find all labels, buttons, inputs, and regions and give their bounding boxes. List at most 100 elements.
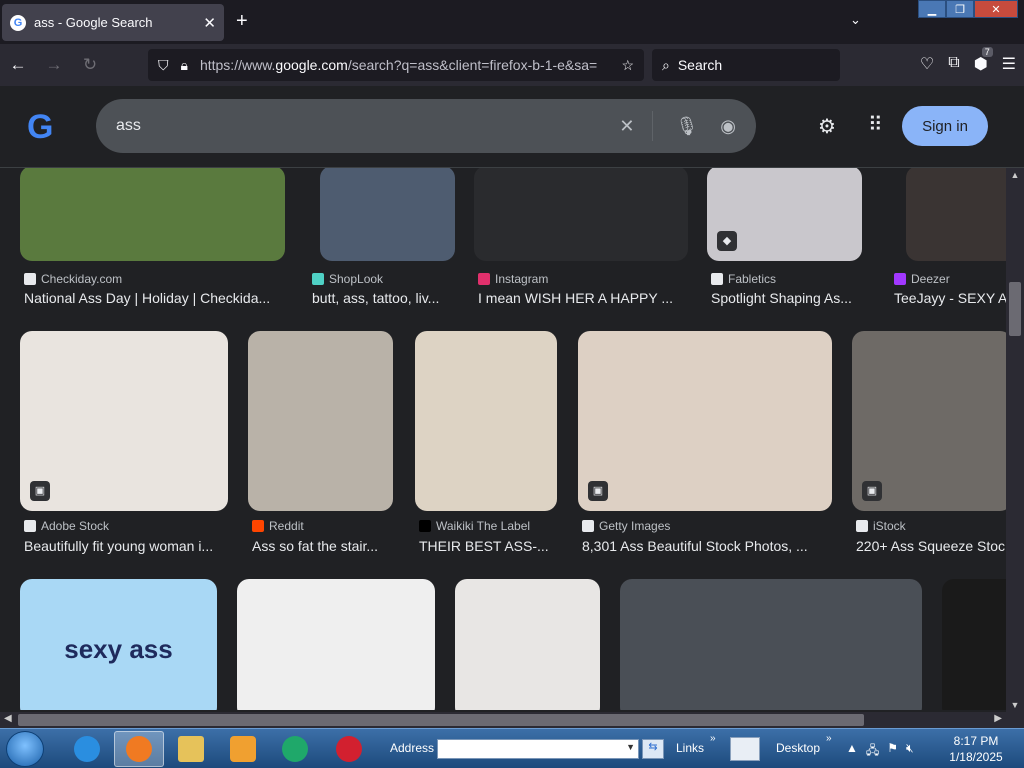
result-thumbnail[interactable]	[320, 168, 455, 261]
address-go-icon[interactable]: ⇆	[642, 739, 664, 759]
close-tab-icon[interactable]: ✕	[203, 14, 216, 32]
result-source[interactable]: Instagram	[478, 272, 688, 286]
result-source[interactable]: Checkiday.com	[24, 272, 284, 286]
bookmark-star-icon[interactable]: ☆	[621, 57, 634, 74]
result-source[interactable]: ShopLook	[312, 272, 452, 286]
links-toolbar-label[interactable]: Links	[676, 741, 704, 755]
list-all-tabs-chevron-icon[interactable]: ⌄	[850, 12, 861, 28]
internet-explorer-taskbar-icon[interactable]	[62, 731, 112, 767]
address-toolbar-input[interactable]: ▼	[437, 739, 639, 759]
scroll-left-arrow-icon[interactable]: ◀	[4, 713, 12, 724]
desktop-toolbar-label[interactable]: Desktop	[776, 741, 820, 755]
result-thumbnail[interactable]	[248, 331, 393, 511]
shield-icon[interactable]: ⛉	[158, 57, 169, 74]
search-query-input[interactable]: ass	[116, 117, 597, 135]
google-logo[interactable]: G	[27, 108, 53, 147]
result-thumbnail[interactable]	[237, 579, 435, 710]
browser-search-bar[interactable]: ⌕ Search	[652, 49, 840, 81]
image-badge-icon: ▣	[588, 481, 608, 501]
browser-window: G ass - Google Search ✕ + ⌄ ▁ ❐ ✕ ← → ↻ …	[0, 0, 1024, 768]
close-window-button[interactable]: ✕	[974, 0, 1018, 18]
back-arrow-icon[interactable]: ←	[0, 55, 36, 75]
result-caption[interactable]: I mean WISH HER A HAPPY ...	[478, 290, 688, 306]
window-controls: ▁ ❐ ✕	[918, 0, 1018, 18]
result-caption[interactable]: TeeJayy - SEXY A	[894, 290, 1006, 306]
file-explorer-taskbar-icon[interactable]	[166, 731, 216, 767]
result-caption[interactable]: Ass so fat the stair...	[252, 538, 397, 554]
chat-app-taskbar-icon[interactable]	[270, 731, 320, 767]
microphone-icon[interactable]: 🎙︎	[675, 116, 698, 137]
url-text[interactable]: https://www.google.com/search?q=ass&clie…	[200, 57, 621, 73]
result-source[interactable]: Reddit	[252, 519, 397, 533]
result-thumbnail[interactable]: ◆	[707, 168, 862, 261]
browser-search-placeholder: Search	[677, 57, 723, 73]
settings-gear-icon[interactable]: ⚙	[818, 114, 836, 139]
windows-taskbar: Address ▼ ⇆ Links » Desktop » ▲ 🖧︎ ⚑ 🔇︎ …	[0, 728, 1024, 768]
result-caption[interactable]: Spotlight Shaping As...	[711, 290, 866, 306]
result-source[interactable]: Deezer	[894, 272, 1006, 286]
reload-icon[interactable]: ↻	[72, 55, 108, 75]
result-thumbnail[interactable]: ▣	[852, 331, 1006, 511]
result-thumbnail[interactable]: sexy ass	[20, 579, 217, 710]
network-icon[interactable]: 🖧︎	[866, 741, 879, 762]
lens-camera-icon[interactable]: ◉	[720, 116, 736, 137]
result-caption[interactable]: THEIR BEST ASS-...	[419, 538, 561, 554]
links-chevron-icon[interactable]: »	[710, 733, 716, 744]
clear-icon[interactable]: ✕	[619, 116, 634, 137]
volume-muted-icon[interactable]: 🔇︎	[906, 741, 914, 762]
start-button[interactable]	[6, 731, 44, 767]
scroll-right-arrow-icon[interactable]: ▶	[994, 713, 1002, 724]
scroll-up-arrow-icon[interactable]: ▲	[1006, 170, 1024, 180]
result-caption[interactable]: 220+ Ass Squeeze Stoc	[856, 538, 1006, 554]
vertical-scrollbar[interactable]: ▲ ▼	[1006, 168, 1024, 712]
sign-in-button[interactable]: Sign in	[902, 106, 988, 146]
result-thumbnail[interactable]	[455, 579, 600, 710]
dropdown-arrow-icon[interactable]: ▼	[626, 742, 635, 752]
extensions-puzzle-icon[interactable]: ⧉	[948, 54, 959, 74]
maximize-button[interactable]: ❐	[946, 0, 974, 18]
result-thumbnail[interactable]	[942, 579, 1006, 710]
taskbar-clock[interactable]: 8:17 PM 1/18/2025	[944, 733, 1008, 765]
forward-arrow-icon[interactable]: →	[36, 55, 72, 75]
extension-badge: 7	[981, 47, 993, 57]
action-center-flag-icon[interactable]: ⚑	[887, 741, 898, 762]
url-bar[interactable]: ⛉ 🔒︎ https://www.google.com/search?q=ass…	[148, 49, 644, 81]
result-thumbnail[interactable]: ▣	[20, 331, 228, 511]
show-hidden-icons-arrow-icon[interactable]: ▲	[846, 741, 858, 762]
google-header: G ass ✕ 🎙︎ ◉ ⚙ ⠿ Sign in	[0, 86, 1024, 168]
scroll-down-arrow-icon[interactable]: ▼	[1006, 700, 1024, 710]
desktop-toolbar-icon[interactable]	[730, 737, 760, 761]
horizontal-scrollbar[interactable]: ◀ ▶	[0, 712, 1024, 728]
result-caption[interactable]: National Ass Day | Holiday | Checkida...	[24, 290, 284, 306]
vertical-scroll-thumb[interactable]	[1009, 282, 1021, 336]
lock-icon[interactable]: 🔒︎	[181, 57, 188, 74]
result-thumbnail[interactable]	[415, 331, 557, 511]
result-thumbnail[interactable]	[906, 168, 1006, 261]
hamburger-menu-icon[interactable]: ☰	[1002, 54, 1016, 74]
result-thumbnail[interactable]: ▣	[578, 331, 832, 511]
result-thumbnail[interactable]	[474, 168, 688, 261]
google-apps-grid-icon[interactable]: ⠿	[868, 112, 883, 137]
firefox-taskbar-icon[interactable]	[114, 731, 164, 767]
result-caption[interactable]: butt, ass, tattoo, liv...	[312, 290, 452, 306]
result-source[interactable]: Getty Images	[582, 519, 832, 533]
result-thumbnail[interactable]	[20, 168, 285, 261]
minimize-button[interactable]: ▁	[918, 0, 946, 18]
result-source[interactable]: iStock	[856, 519, 1006, 533]
media-player-taskbar-icon[interactable]	[218, 731, 268, 767]
tab-google-search[interactable]: G ass - Google Search ✕	[2, 4, 224, 41]
opera-taskbar-icon[interactable]	[324, 731, 374, 767]
ublock-extension-icon[interactable]: ⬢ 7	[974, 47, 993, 74]
result-source[interactable]: Waikiki The Label	[419, 519, 561, 533]
desktop-chevron-icon[interactable]: »	[826, 733, 832, 744]
result-caption[interactable]: Beautifully fit young woman i...	[24, 538, 229, 554]
horizontal-scroll-thumb[interactable]	[18, 714, 864, 726]
google-search-box[interactable]: ass ✕ 🎙︎ ◉	[96, 99, 756, 153]
result-source[interactable]: Fabletics	[711, 272, 866, 286]
result-thumbnail[interactable]	[620, 579, 922, 710]
toolbar-right-icons: ♡ ⧉ ⬢ 7 ☰	[920, 47, 1016, 74]
pocket-icon[interactable]: ♡	[920, 54, 934, 74]
result-source[interactable]: Adobe Stock	[24, 519, 229, 533]
new-tab-button[interactable]: +	[236, 10, 248, 33]
result-caption[interactable]: 8,301 Ass Beautiful Stock Photos, ...	[582, 538, 832, 554]
